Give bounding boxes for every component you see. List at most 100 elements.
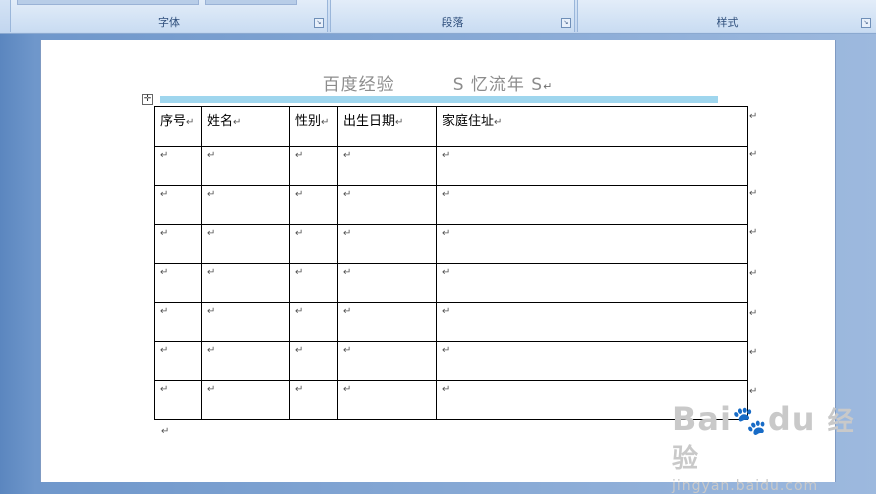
table-cell[interactable]: ↵ [337, 146, 437, 186]
cell-mark: ↵ [207, 345, 216, 356]
font-size-controls[interactable] [205, 0, 297, 5]
cell-mark: ↵ [442, 345, 451, 356]
table-cell[interactable]: ↵ [289, 341, 338, 381]
row-end-mark: ↵ [749, 227, 758, 238]
cell-mark: ↵ [295, 150, 304, 161]
table-move-handle-icon[interactable]: ✛ [142, 94, 153, 105]
table-row: ↵ ↵ ↵ ↵ ↵ [154, 380, 748, 420]
header-cell[interactable]: 家庭住址↵ [436, 106, 748, 147]
cell-mark: ↵ [186, 117, 195, 128]
table-cell[interactable]: ↵ [289, 146, 338, 186]
data-table[interactable]: 序号↵ 姓名↵ 性别↵ 出生日期↵ 家庭住址↵ ↵ ↵ ↵ ↵ ↵ ↵ ↵ ↵ ↵ ↵ ↵ ↵ ↵ ↵ ↵ ↵… [154, 106, 748, 420]
paragraph-mark: ↵ [543, 80, 554, 93]
cell-mark: ↵ [295, 345, 304, 356]
cell-mark: ↵ [442, 384, 451, 395]
cell-mark: ↵ [343, 306, 352, 317]
row-end-mark: ↵ [749, 268, 758, 279]
cell-mark: ↵ [160, 228, 169, 239]
table-row: ↵ ↵ ↵ ↵ ↵ [154, 341, 748, 381]
table-cell[interactable]: ↵ [289, 302, 338, 342]
table-cell[interactable]: ↵ [337, 224, 437, 264]
table-cell[interactable]: ↵ [201, 341, 290, 381]
title-left: 百度经验 [322, 75, 395, 95]
table-cell[interactable]: ↵ [201, 380, 290, 420]
cell-mark: ↵ [442, 150, 451, 161]
cell-mark: ↵ [343, 345, 352, 356]
cell-mark: ↵ [343, 228, 352, 239]
table-cell[interactable]: ↵ [436, 263, 748, 303]
cell-mark: ↵ [160, 384, 169, 395]
table-cell[interactable]: ↵ [337, 185, 437, 225]
cell-mark: ↵ [442, 267, 451, 278]
font-controls[interactable] [17, 0, 199, 5]
table-cell[interactable]: ↵ [436, 224, 748, 264]
cell-mark: ↵ [207, 228, 216, 239]
cell-mark: ↵ [207, 150, 216, 161]
cell-mark: ↵ [494, 117, 503, 128]
table-row: ↵ ↵ ↵ ↵ ↵ [154, 146, 748, 186]
cell-mark: ↵ [295, 189, 304, 200]
watermark-logo-text: Bai [672, 400, 732, 438]
document-title[interactable]: 百度经验 S 忆流年 S↵ [41, 70, 835, 95]
paragraph-dialog-launcher-icon[interactable]: ↘ [561, 18, 571, 28]
table-cell[interactable]: ↵ [337, 263, 437, 303]
cell-mark: ↵ [442, 228, 451, 239]
table-cell[interactable]: ↵ [154, 185, 202, 225]
row-end-mark: ↵ [749, 111, 758, 122]
cell-mark: ↵ [207, 267, 216, 278]
table-cell[interactable]: ↵ [289, 380, 338, 420]
table-cell[interactable]: ↵ [201, 302, 290, 342]
font-group: 字体 ↘ [10, 0, 328, 32]
table-cell[interactable]: ↵ [337, 302, 437, 342]
table-cell[interactable]: ↵ [436, 341, 748, 381]
table-cell[interactable]: ↵ [154, 302, 202, 342]
header-label: 序号 [160, 114, 187, 129]
title-underline-bar [160, 96, 718, 103]
title-right: S 忆流年 S [452, 75, 544, 95]
header-cell[interactable]: 序号↵ [154, 106, 202, 147]
table-cell[interactable]: ↵ [337, 380, 437, 420]
table-row: ↵ ↵ ↵ ↵ ↵ [154, 224, 748, 264]
cell-mark: ↵ [395, 117, 404, 128]
font-group-label: 字体 [158, 16, 180, 29]
table-cell[interactable]: ↵ [154, 341, 202, 381]
table-cell[interactable]: ↵ [436, 146, 748, 186]
table-cell[interactable]: ↵ [289, 263, 338, 303]
header-label: 出生日期 [343, 114, 396, 129]
cell-mark: ↵ [207, 306, 216, 317]
styles-dialog-launcher-icon[interactable]: ↘ [861, 18, 871, 28]
cell-mark: ↵ [343, 384, 352, 395]
table-cell[interactable]: ↵ [154, 224, 202, 264]
table-cell[interactable]: ↵ [436, 302, 748, 342]
cell-mark: ↵ [295, 384, 304, 395]
table-cell[interactable]: ↵ [201, 263, 290, 303]
font-dialog-launcher-icon[interactable]: ↘ [314, 18, 324, 28]
header-cell[interactable]: 性别↵ [289, 106, 338, 147]
table-cell[interactable]: ↵ [154, 263, 202, 303]
header-cell[interactable]: 姓名↵ [201, 106, 290, 147]
watermark-url: jingyan.baidu.com [672, 478, 819, 494]
table-cell[interactable]: ↵ [289, 224, 338, 264]
cell-mark: ↵ [295, 306, 304, 317]
table-row: ↵ ↵ ↵ ↵ ↵ [154, 185, 748, 225]
header-label: 姓名 [207, 114, 234, 129]
table-cell[interactable]: ↵ [154, 146, 202, 186]
header-label: 性别 [295, 114, 322, 129]
paragraph-group: 段落 ↘ [330, 0, 575, 32]
cell-mark: ↵ [160, 345, 169, 356]
table-cell[interactable]: ↵ [337, 341, 437, 381]
table-cell[interactable]: ↵ [201, 185, 290, 225]
table-cell[interactable]: ↵ [201, 146, 290, 186]
table-cell[interactable]: ↵ [289, 185, 338, 225]
header-cell[interactable]: 出生日期↵ [337, 106, 437, 147]
table-row: ↵ ↵ ↵ ↵ ↵ [154, 302, 748, 342]
row-end-mark: ↵ [749, 188, 758, 199]
table-cell[interactable]: ↵ [201, 224, 290, 264]
cell-mark: ↵ [343, 189, 352, 200]
table-cell[interactable]: ↵ [436, 185, 748, 225]
row-end-mark: ↵ [749, 386, 758, 397]
ribbon: 字体 ↘ 段落 ↘ 样式 ↘ [0, 0, 876, 34]
paragraph-group-label: 段落 [441, 16, 464, 29]
cell-mark: ↵ [233, 117, 242, 128]
table-cell[interactable]: ↵ [154, 380, 202, 420]
